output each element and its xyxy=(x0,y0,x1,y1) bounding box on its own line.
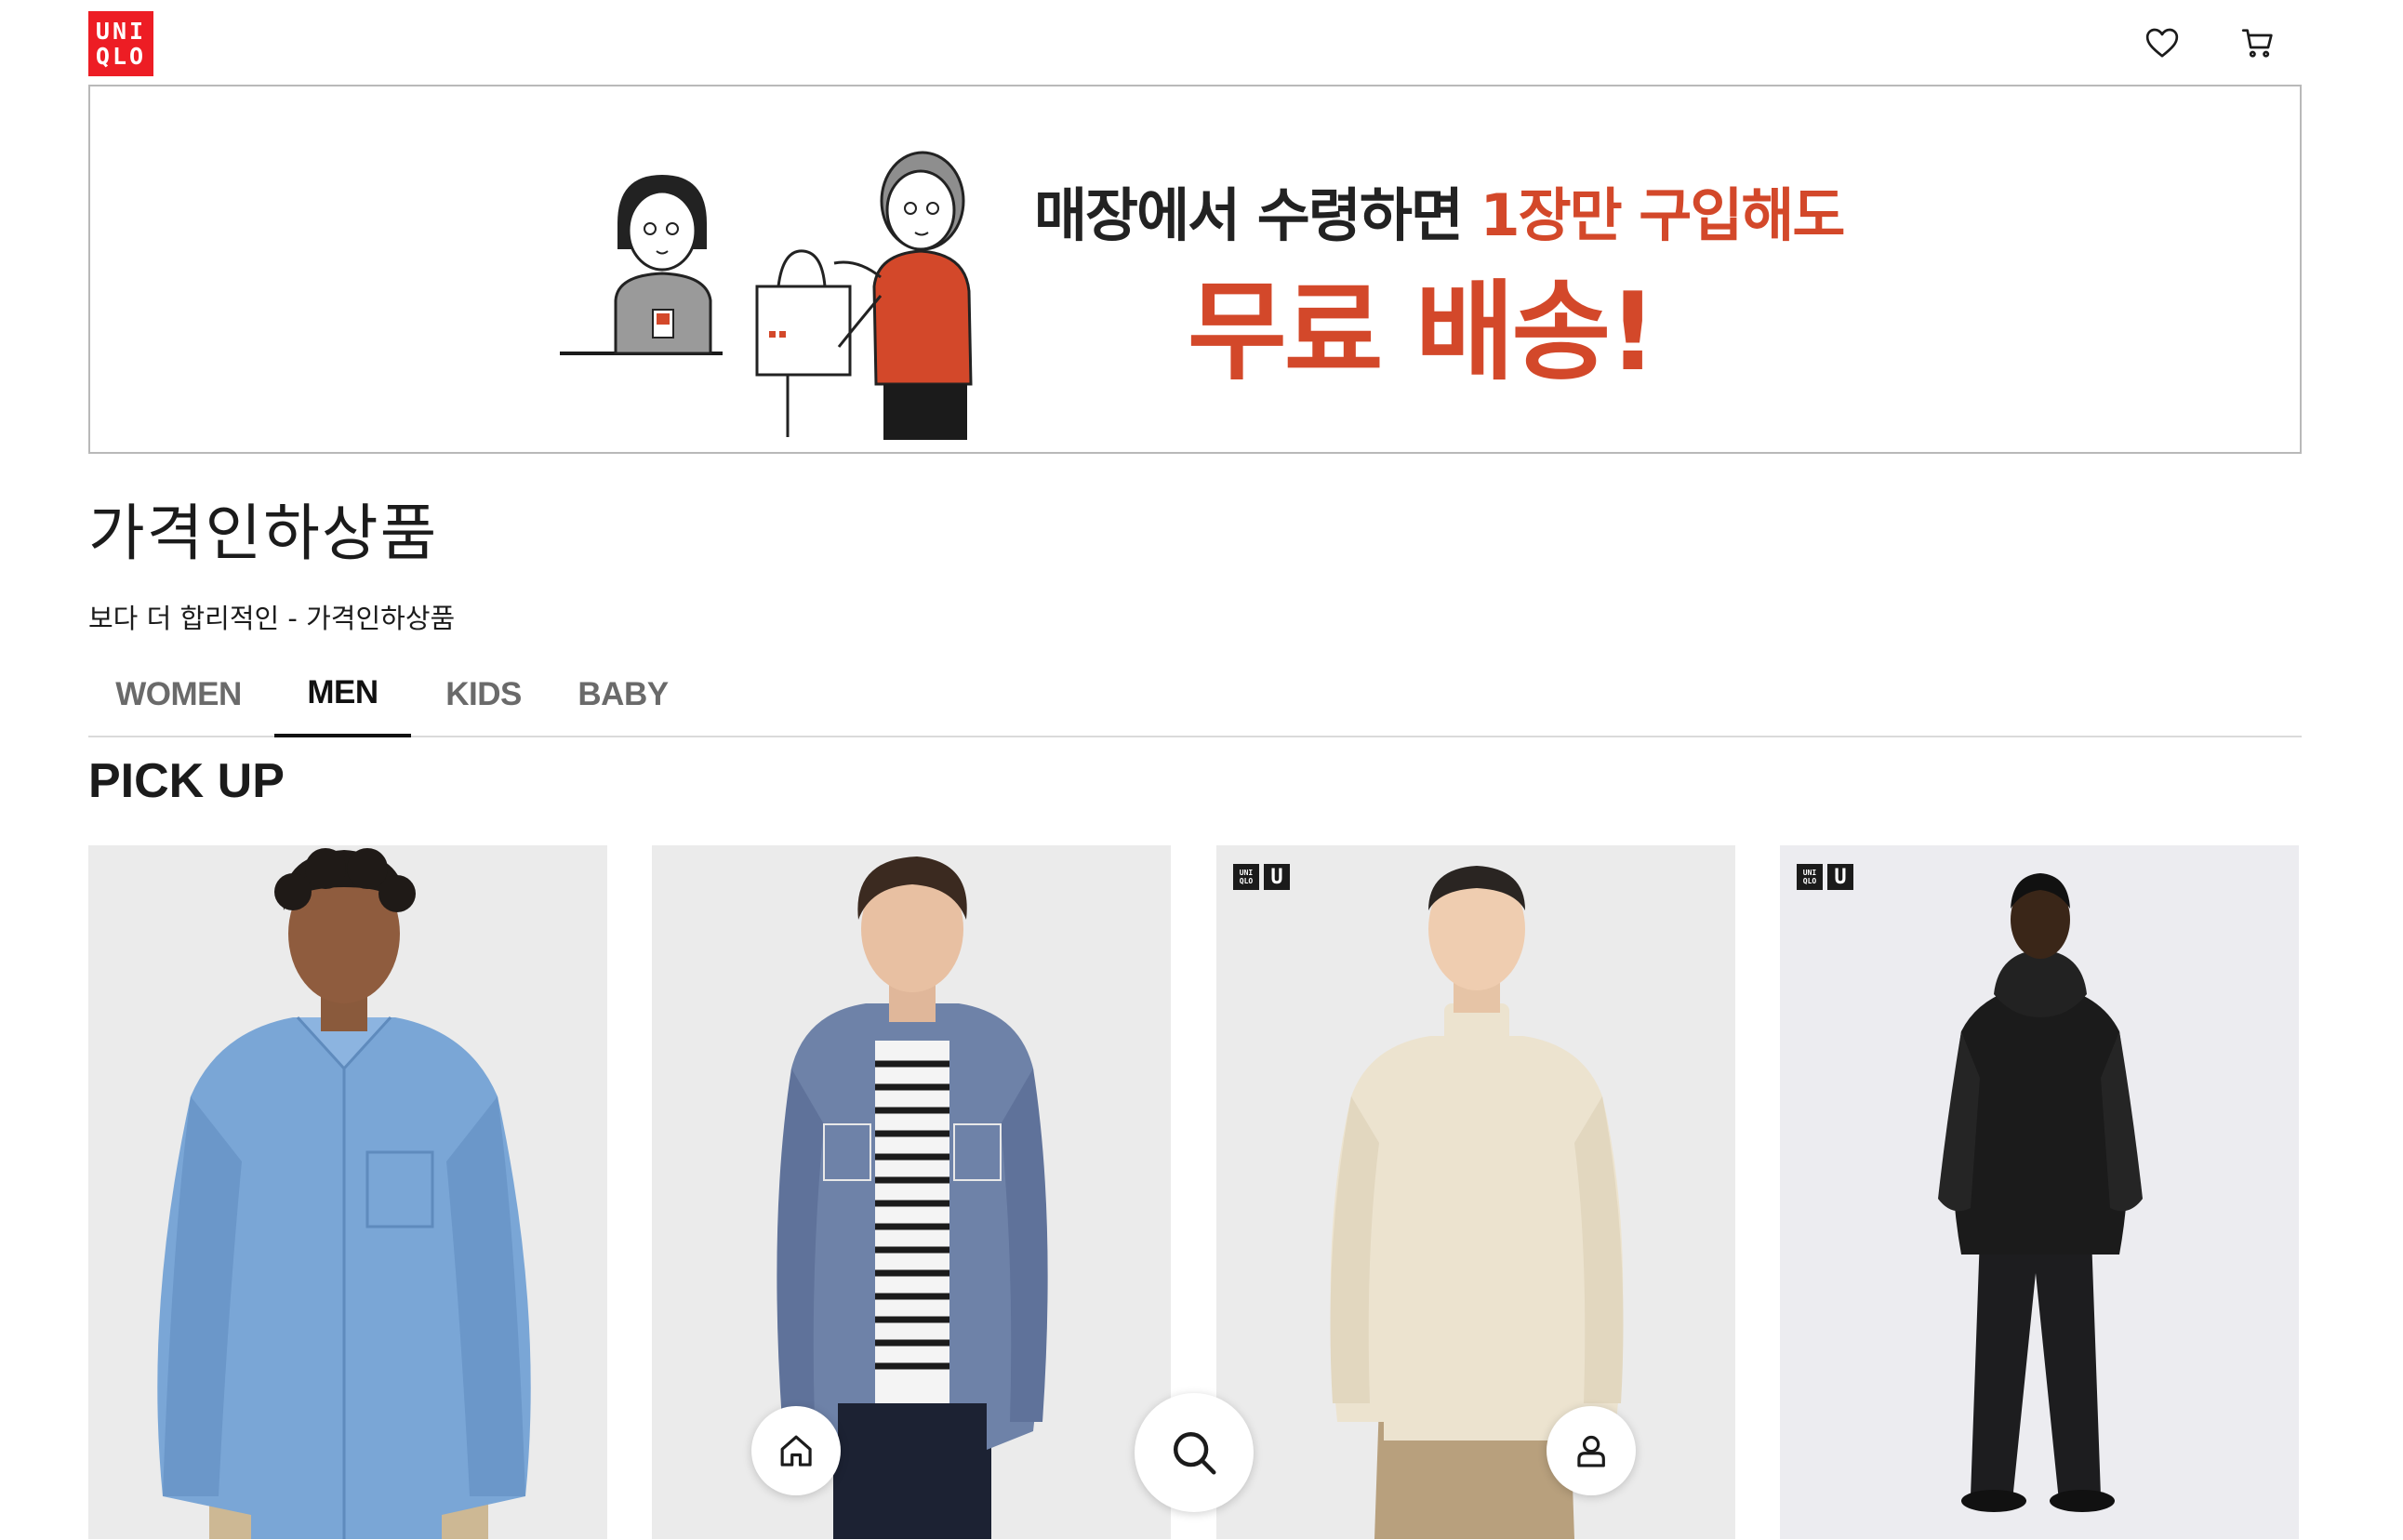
product-image xyxy=(88,845,607,1539)
banner-line1-accent: 1장만 구입해도 xyxy=(1480,181,1846,249)
badge-uniqlo-logo: UNI QLO xyxy=(1233,864,1259,890)
tab-baby[interactable]: BABY xyxy=(563,651,684,737)
product-card[interactable]: UNI QLO U xyxy=(1780,845,2299,1539)
badge-uniqlo-logo: UNI QLO xyxy=(1797,864,1823,890)
badge-u-logo: U xyxy=(1827,864,1853,890)
home-icon xyxy=(780,1435,812,1467)
category-tabs: WOMEN MEN KIDS BABY xyxy=(88,651,2302,737)
home-button[interactable] xyxy=(751,1406,841,1495)
product-image xyxy=(1780,845,2299,1539)
product-card[interactable] xyxy=(652,845,1171,1539)
tab-men[interactable]: MEN xyxy=(274,651,411,737)
product-card[interactable]: UNI QLO U xyxy=(1216,845,1735,1539)
logo-line1: UNI xyxy=(95,18,147,45)
page-title: 가격인하상품 xyxy=(88,498,439,569)
search-icon xyxy=(1173,1431,1216,1475)
badge-u-logo: U xyxy=(1264,864,1290,890)
banner-free-shipping: 무료 배송! xyxy=(1188,270,1657,395)
badge-logo-line1: UNI xyxy=(1802,869,1817,877)
search-button[interactable] xyxy=(1135,1393,1254,1512)
user-icon xyxy=(1577,1435,1605,1467)
badge-logo-line2: QLO xyxy=(1239,877,1254,885)
promo-banner[interactable]: 매장에서 수령하면 1장만 구입해도 무료 배송! xyxy=(88,85,2302,454)
banner-headline: 매장에서 수령하면 1장만 구입해도 xyxy=(1034,168,1846,252)
banner-line1-dark: 매장에서 수령하면 xyxy=(1034,181,1480,249)
product-image xyxy=(652,845,1171,1539)
tab-women[interactable]: WOMEN xyxy=(107,651,250,737)
cart-icon[interactable] xyxy=(2237,22,2278,63)
badge-logo-line2: QLO xyxy=(1802,877,1817,885)
product-card[interactable] xyxy=(88,845,607,1539)
account-button[interactable] xyxy=(1547,1406,1636,1495)
uniqlo-u-badge: UNI QLO U xyxy=(1233,864,1290,890)
section-title-pickup: PICK UP xyxy=(88,754,285,808)
logo-line2: QLO xyxy=(95,43,147,70)
uniqlo-logo[interactable]: UNI QLO xyxy=(88,11,153,76)
heart-icon[interactable] xyxy=(2142,22,2183,63)
store-pickup-illustration xyxy=(560,151,973,440)
page-subtitle: 보다 더 합리적인 - 가격인하상품 xyxy=(88,603,456,634)
badge-logo-line1: UNI xyxy=(1239,869,1254,877)
page: UNI QLO 매장에서 수령하면 1장만 구입해도 무료 배송! 가격인하상품… xyxy=(0,0,2403,1540)
uniqlo-u-badge: UNI QLO U xyxy=(1797,864,1853,890)
tab-kids[interactable]: KIDS xyxy=(432,651,535,737)
product-image xyxy=(1216,845,1735,1539)
